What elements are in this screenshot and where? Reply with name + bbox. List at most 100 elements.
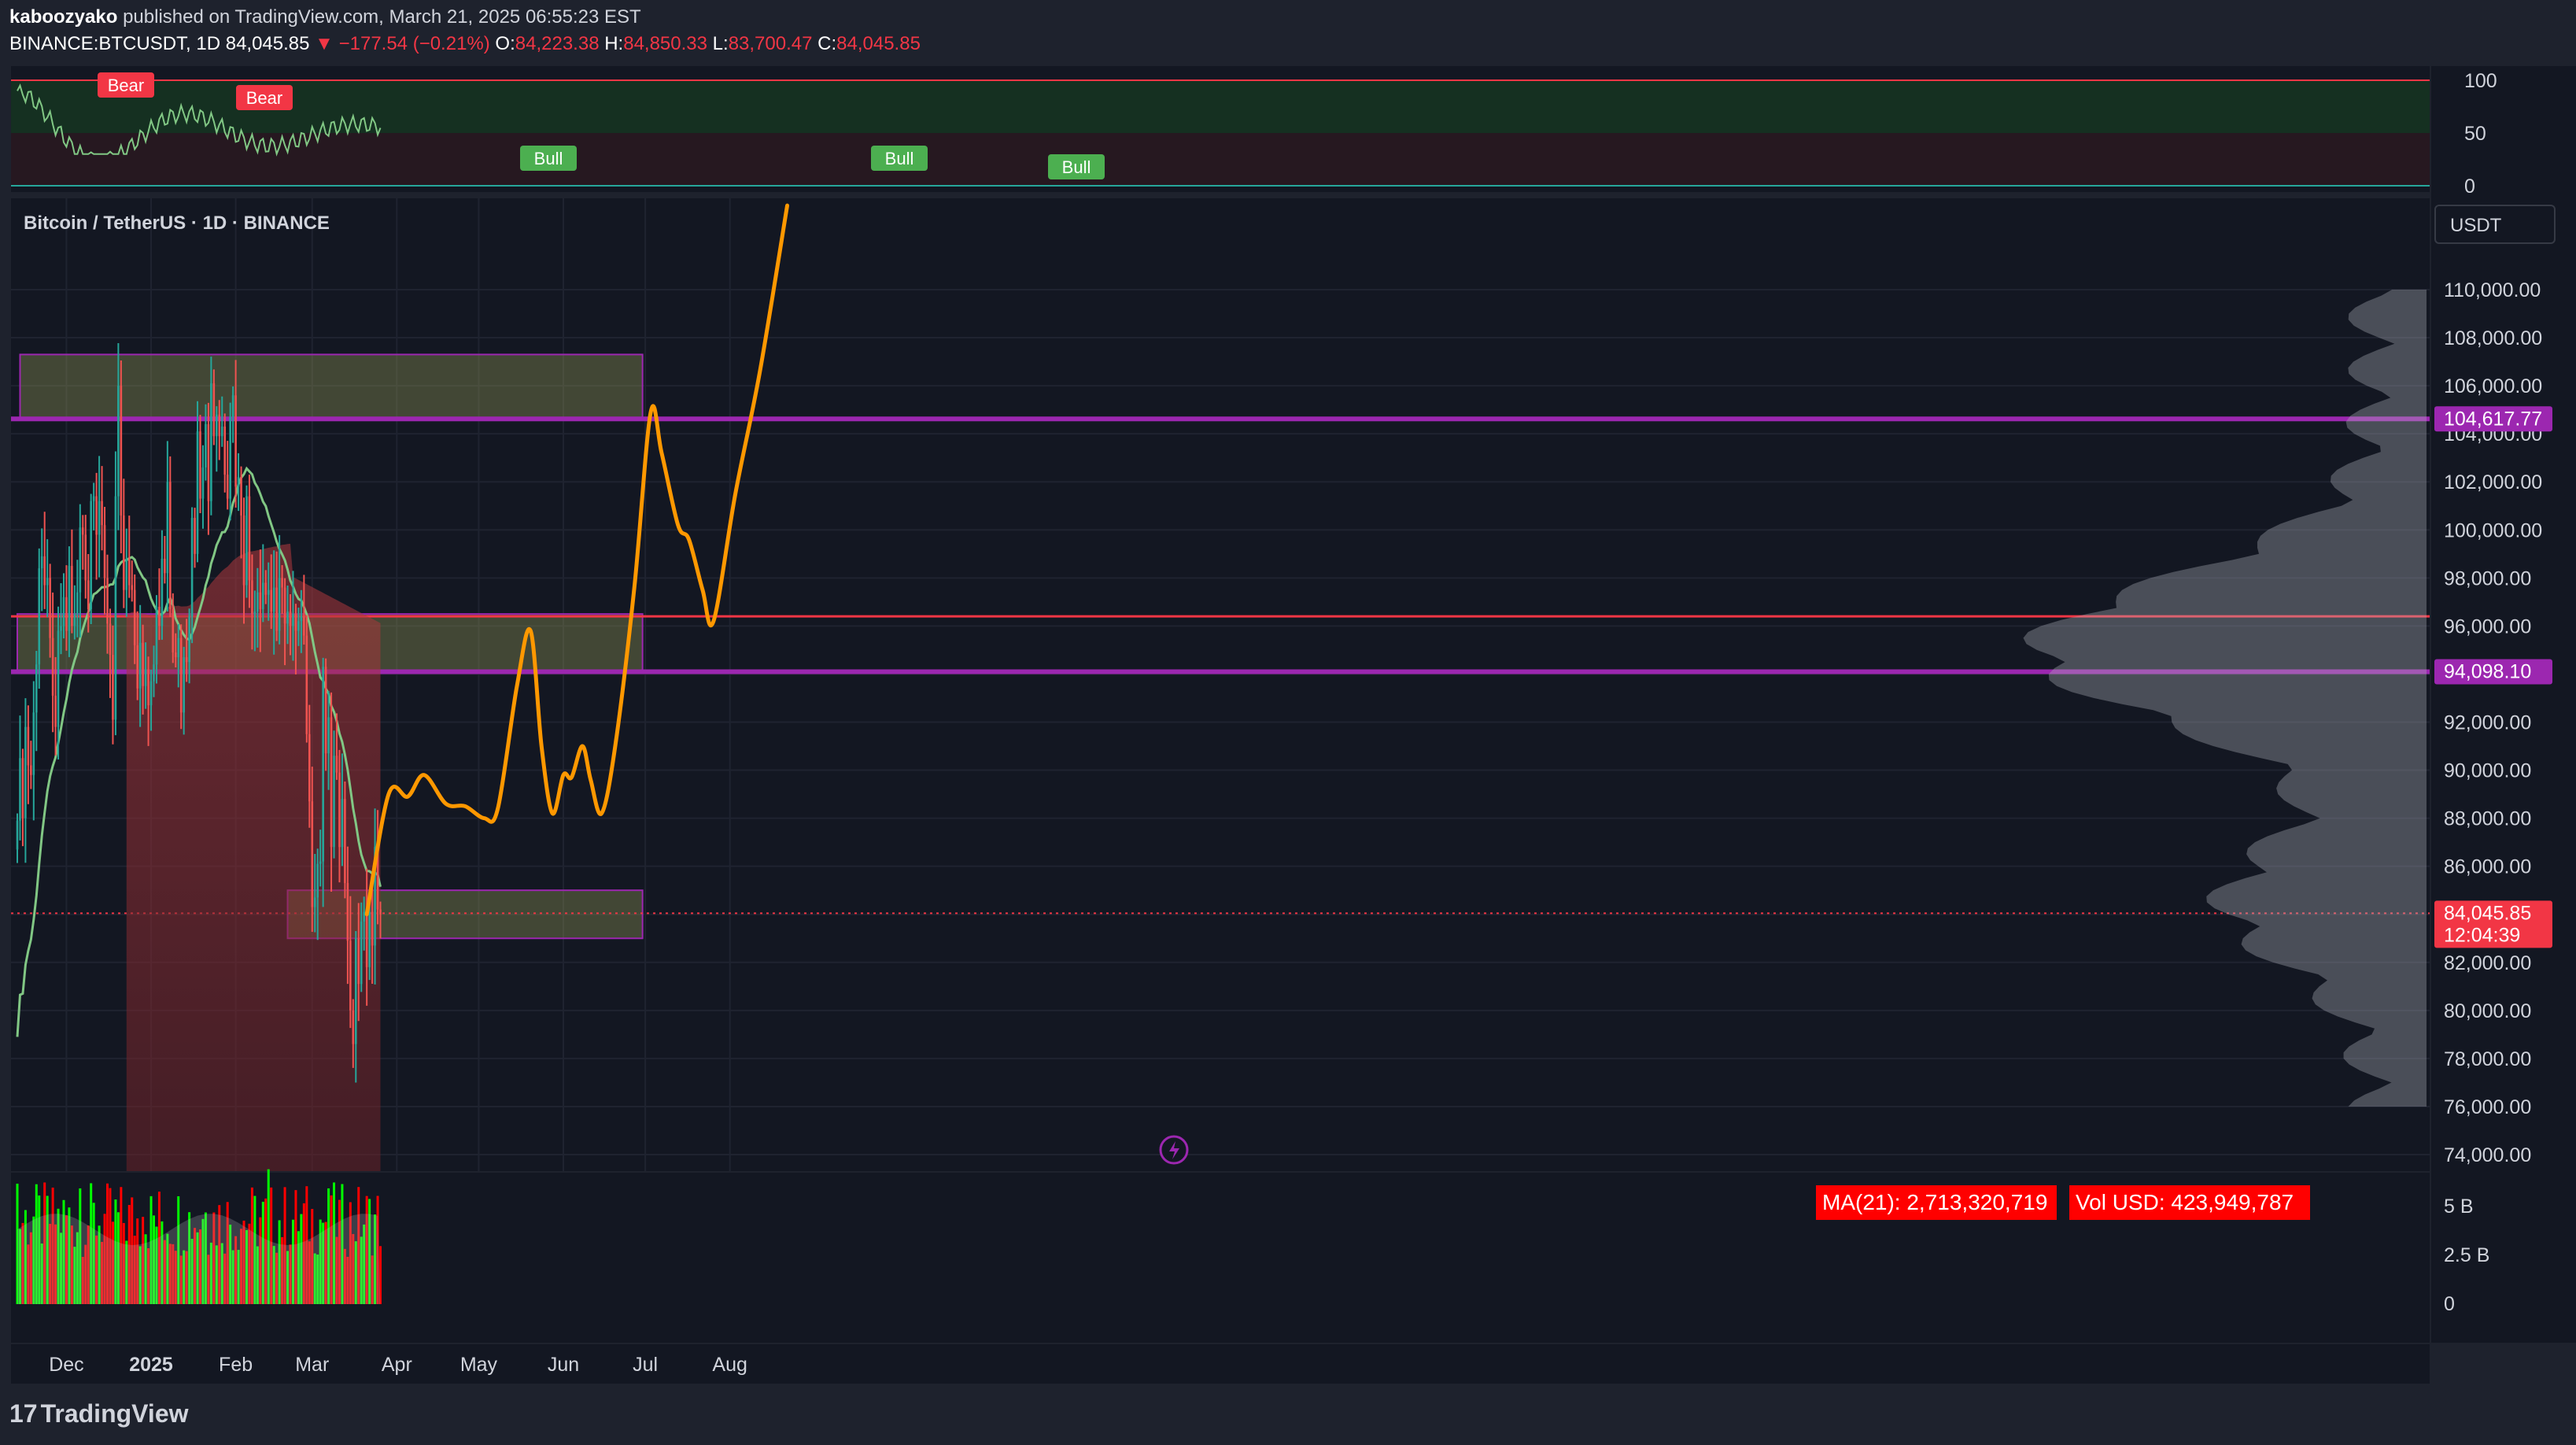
volume-tick-label: 0 xyxy=(2444,1293,2455,1315)
candle-body xyxy=(147,669,149,706)
candle-body xyxy=(87,580,90,610)
candle-body xyxy=(333,756,335,848)
candle-body xyxy=(183,657,185,713)
candle-body xyxy=(338,772,341,848)
candle-body xyxy=(270,589,273,612)
candle-body xyxy=(207,423,210,501)
key-zone xyxy=(19,353,644,420)
high-value: 84,850.33 xyxy=(623,33,707,54)
symbol[interactable]: BINANCE:BTCUSDT, 1D xyxy=(9,33,220,54)
candle-body xyxy=(95,496,98,535)
rsi-upper-band xyxy=(11,80,2430,133)
candle-body xyxy=(35,664,38,713)
published-text: published on TradingView.com, March 21, … xyxy=(123,6,641,28)
close-label: C: xyxy=(817,33,837,54)
candle-body xyxy=(120,386,123,516)
bull-signal-label: Bull xyxy=(1062,157,1091,177)
candle-body xyxy=(205,423,207,468)
candle-body xyxy=(79,527,82,593)
lightning-icon xyxy=(1159,1135,1189,1165)
x-tick-label: Apr xyxy=(382,1354,412,1376)
candle-body xyxy=(81,527,84,535)
candle-body xyxy=(153,664,155,682)
candle-body xyxy=(278,578,281,631)
tradingview-logo[interactable]: 17 TradingView xyxy=(9,1399,189,1428)
candle-body xyxy=(114,496,117,720)
candle-body xyxy=(289,612,292,626)
y-tick-label: 106,000.00 xyxy=(2444,375,2542,397)
currency-button[interactable]: USDT xyxy=(2434,205,2556,244)
publish-info: kaboozyako published on TradingView.com,… xyxy=(9,6,641,28)
y-tick-label: 92,000.00 xyxy=(2444,712,2531,734)
rsi-tick-label: 0 xyxy=(2464,176,2475,198)
open-label: O: xyxy=(495,33,515,54)
candle-body xyxy=(352,1010,355,1044)
candle-body xyxy=(196,431,199,554)
candle-body xyxy=(365,911,368,967)
candle-body xyxy=(76,592,79,615)
candle-body xyxy=(71,566,73,626)
candle-body xyxy=(237,477,240,487)
candle-body xyxy=(179,638,183,713)
volume-tick-label: 2.5 B xyxy=(2444,1244,2489,1266)
candle-body xyxy=(30,765,32,775)
candle-body xyxy=(344,799,346,884)
candle-body xyxy=(294,614,297,631)
price-label-text: 104,617.77 xyxy=(2444,408,2542,430)
candle-body xyxy=(349,941,352,1011)
candle-body xyxy=(335,756,338,773)
candle-body xyxy=(234,395,237,487)
candle-body xyxy=(256,592,259,612)
chart-canvas[interactable]: Bear Bear Bull Bull Bull 110,000.00 108,000.0… xyxy=(0,0,2576,1445)
candle-body xyxy=(46,578,49,586)
candle-body xyxy=(49,578,51,638)
time-axis[interactable] xyxy=(11,1344,2430,1384)
candle-body xyxy=(231,395,234,417)
down-arrow-icon: ▼ xyxy=(315,33,334,54)
candle-body xyxy=(305,635,308,734)
y-tick-label: 86,000.00 xyxy=(2444,856,2531,878)
candle-body xyxy=(212,383,216,437)
candle-body xyxy=(142,642,144,686)
rsi-tick-label: 50 xyxy=(2464,123,2486,145)
candle-body xyxy=(54,695,57,727)
candle-body xyxy=(98,501,101,535)
candle-body xyxy=(242,515,245,586)
candle-body xyxy=(311,801,314,907)
candle-body xyxy=(286,612,289,624)
x-tick-label: Feb xyxy=(219,1354,253,1376)
candle-body xyxy=(245,496,248,586)
candle-body xyxy=(103,525,106,578)
bull-signal-label: Bull xyxy=(534,149,563,168)
volume-usd-label: Vol USD: 423,949,787 xyxy=(2069,1185,2310,1220)
volume-ma-label: MA(21): 2,713,320,719 xyxy=(1816,1185,2057,1220)
candle-body xyxy=(138,642,142,689)
open-value: 84,223.38 xyxy=(515,33,600,54)
candle-body xyxy=(84,534,87,581)
candle-body xyxy=(144,669,147,686)
candle-body xyxy=(164,558,166,574)
candle-body xyxy=(322,667,324,862)
candle-body xyxy=(127,558,131,586)
candle-body xyxy=(297,621,300,631)
volume-tick-label: 5 B xyxy=(2444,1196,2474,1218)
candle-body xyxy=(109,623,112,656)
candle-body xyxy=(177,638,180,658)
candle-body xyxy=(68,566,71,631)
rsi-tick-label: 100 xyxy=(2464,70,2497,92)
candle-body xyxy=(229,416,231,499)
candle-body xyxy=(248,496,251,581)
y-tick-label: 108,000.00 xyxy=(2444,327,2542,349)
candle-body xyxy=(51,638,54,696)
candle-body xyxy=(262,582,264,610)
candle-body xyxy=(188,616,190,663)
y-tick-label: 76,000.00 xyxy=(2444,1096,2531,1118)
y-tick-label: 96,000.00 xyxy=(2444,615,2531,638)
publisher-name[interactable]: kaboozyako xyxy=(9,6,117,28)
candle-body xyxy=(346,883,349,941)
candle-body xyxy=(161,558,164,626)
y-tick-label: 100,000.00 xyxy=(2444,519,2542,541)
candle-body xyxy=(62,597,65,626)
y-tick-label: 74,000.00 xyxy=(2444,1144,2531,1166)
candle-body xyxy=(216,414,218,437)
